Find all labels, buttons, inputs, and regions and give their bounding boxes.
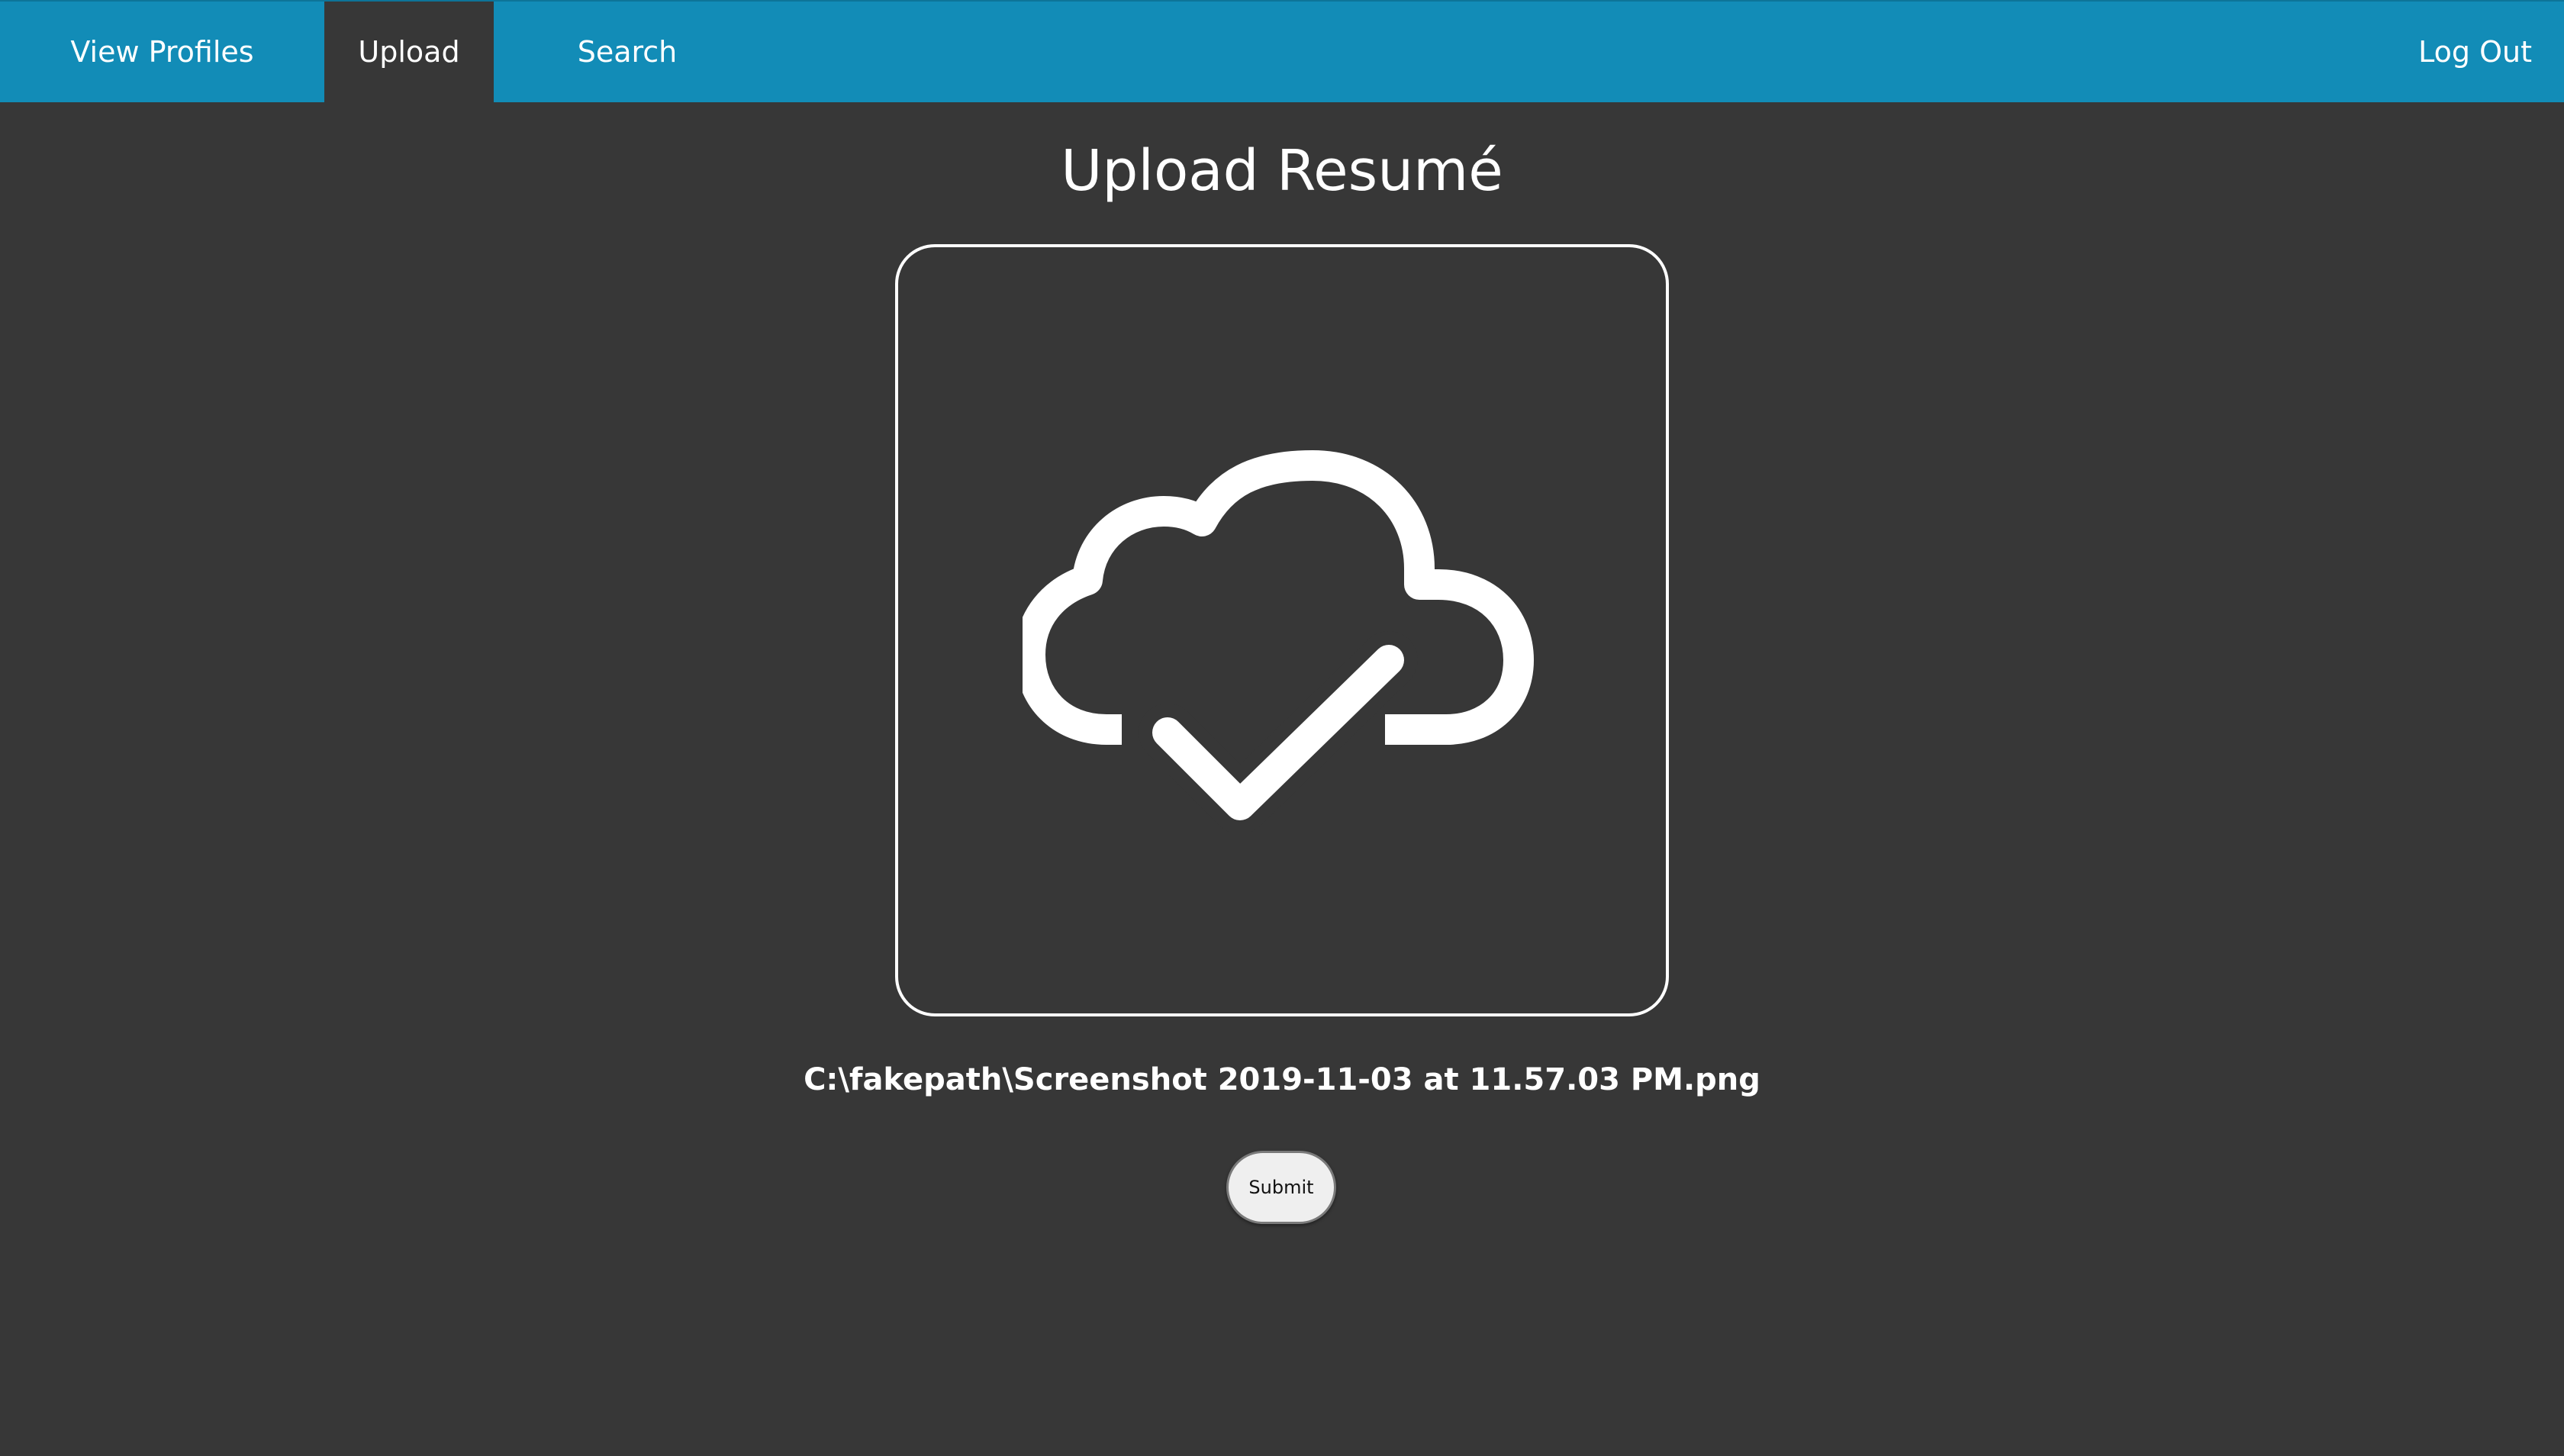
nav-search[interactable]: Search bbox=[494, 2, 761, 102]
upload-page: View Profiles Upload Search Log Out Uplo… bbox=[0, 0, 2564, 1456]
nav-log-out[interactable]: Log Out bbox=[2364, 2, 2532, 102]
page-title: Upload Resumé bbox=[1061, 138, 1503, 204]
nav-view-profiles[interactable]: View Profiles bbox=[0, 2, 324, 102]
selected-file-path: C:\fakepath\Screenshot 2019-11-03 at 11.… bbox=[804, 1062, 1760, 1097]
submit-button[interactable]: Submit bbox=[1226, 1151, 1336, 1224]
top-navbar: View Profiles Upload Search Log Out bbox=[0, 0, 2564, 102]
nav-upload[interactable]: Upload bbox=[324, 2, 494, 102]
cloud-check-icon bbox=[1023, 450, 1534, 832]
